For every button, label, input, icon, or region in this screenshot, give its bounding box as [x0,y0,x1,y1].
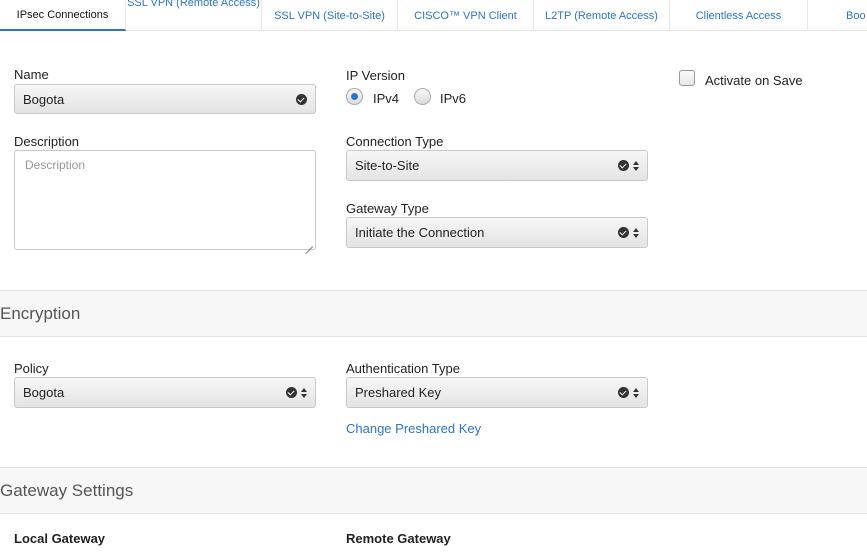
name-value: Bogota [23,91,65,107]
name-input[interactable]: Bogota [14,84,316,114]
tab-ipsec-connections[interactable]: IPsec Connections [0,0,126,31]
chevron-updown-icon [633,160,639,171]
valid-check-icon [296,93,307,105]
chevron-updown-icon [633,227,639,238]
valid-check-icon [286,387,297,398]
valid-check-icon [618,227,629,238]
tab-l2tp-remote-access[interactable]: L2TP (Remote Access) [534,0,670,31]
local-gateway-label: Local Gateway [14,531,106,546]
connection-type-select[interactable]: Site-to-Site [346,150,648,181]
description-textarea[interactable]: Description [14,150,316,250]
gateway-type-select[interactable]: Initiate the Connection [346,217,648,248]
remote-gateway-label: Remote Gateway [346,531,451,546]
name-label: Name [14,67,49,82]
gateway-type-label: Gateway Type [346,201,429,216]
connection-type-value: Site-to-Site [355,158,420,173]
auth-type-select[interactable]: Preshared Key [346,377,648,408]
valid-check-icon [618,387,629,398]
gateway-settings-section-header: Gateway Settings [0,467,867,514]
chevron-updown-icon [301,387,307,398]
tab-cisco-vpn-client[interactable]: CISCO™ VPN Client [398,0,534,31]
auth-type-label: Authentication Type [346,361,460,376]
encryption-section-header: Encryption [0,290,867,337]
ipv4-radio[interactable] [346,88,363,105]
gateway-type-value: Initiate the Connection [355,225,485,240]
description-label: Description [14,134,80,149]
ipv6-label: IPv6 [440,91,467,106]
ip-version-label: IP Version [346,68,406,83]
activate-on-save-checkbox[interactable] [679,70,695,86]
description-placeholder: Description [25,158,86,172]
policy-value: Bogota [23,385,65,400]
tab-bookmarks[interactable]: Boo [808,0,867,31]
tab-ssl-vpn-site-to-site[interactable]: SSL VPN (Site-to-Site) [262,0,398,31]
tab-bar: IPsec Connections SSL VPN (Remote Access… [0,0,867,31]
policy-select[interactable]: Bogota [14,377,316,408]
encryption-section-title: Encryption [0,303,81,323]
policy-label: Policy [14,361,49,376]
gateway-settings-section-title: Gateway Settings [0,480,134,500]
ipv4-label: IPv4 [373,91,400,106]
tab-clientless-access[interactable]: Clientless Access [670,0,808,31]
resize-handle-icon[interactable] [305,239,313,247]
ipv6-radio[interactable] [414,88,431,105]
activate-on-save-label: Activate on Save [705,73,803,88]
tab-ssl-vpn-remote-access[interactable]: SSL VPN (Remote Access) [126,0,262,31]
chevron-updown-icon [633,387,639,398]
valid-check-icon [618,160,629,171]
change-preshared-key-link[interactable]: Change Preshared Key [346,421,481,436]
auth-type-value: Preshared Key [355,385,441,400]
connection-type-label: Connection Type [346,134,444,149]
